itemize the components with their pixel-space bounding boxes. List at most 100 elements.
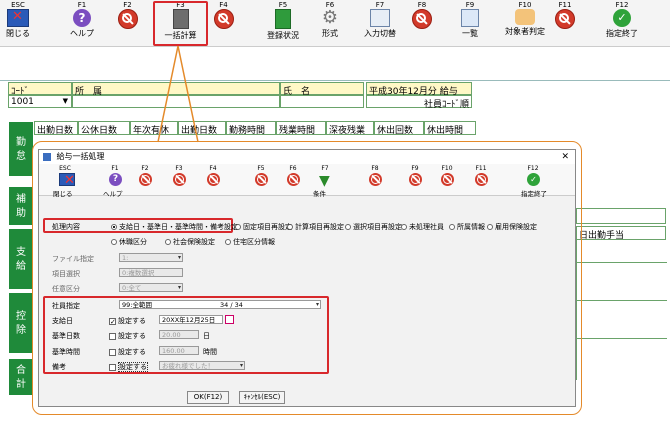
toolbar-button-f6[interactable]: ⚙ 形式 [312, 9, 348, 45]
item-select[interactable]: 0:複数選択 [119, 268, 183, 277]
dialog-fkey-f1: F1 [111, 165, 119, 172]
dialog-fkey-f4: F4 [209, 165, 217, 172]
fkey-f4: F4 [219, 1, 228, 9]
dialog-toolbar-button-f8[interactable] [369, 173, 382, 186]
toolbar-button-f1[interactable]: ? ヘルプ [62, 9, 102, 45]
payday-input[interactable]: 20XX年12月25日 [159, 315, 223, 324]
note-checkbox[interactable]: 設定する [109, 362, 148, 372]
dialog-toolbar-button-f7[interactable]: ▼ [319, 173, 335, 189]
column-header: 残業時間 [276, 121, 326, 136]
fkey-f9: F9 [465, 1, 475, 9]
process-option-radio[interactable]: 計算項目再設定 [287, 222, 344, 232]
calendar-icon[interactable] [225, 315, 234, 324]
dialog-fkey-f2: F2 [141, 165, 149, 172]
no-entry-icon [139, 173, 152, 186]
ok-button[interactable]: OK(F12) [187, 391, 229, 404]
toolbar-button-f5[interactable]: 登録状況 [262, 9, 304, 45]
no-entry-icon [475, 173, 488, 186]
process-option-radio[interactable]: 選択項目再設定 [345, 222, 402, 232]
baseday-checkbox[interactable]: 設定する [109, 331, 146, 341]
process-option-radio[interactable]: 休職区分 [111, 237, 147, 247]
no-entry-icon [369, 173, 382, 186]
code-select[interactable]: 1001 ▼ [8, 95, 72, 108]
toolbar-button-f2[interactable] [110, 9, 145, 45]
toolbar-label: 一覧 [462, 29, 478, 38]
process-option-radio[interactable]: 未処理社員 [401, 222, 444, 232]
cancel-button[interactable]: ｷｬﾝｾﾙ(ESC) [239, 391, 285, 404]
dialog-toolbar-button-f6[interactable] [287, 173, 300, 186]
toolbar-button-f7[interactable]: 入力切替 [360, 9, 400, 45]
no-entry-icon [287, 173, 300, 186]
radio-icon [111, 239, 117, 245]
basetime-checkbox[interactable]: 設定する [109, 347, 146, 357]
radio-icon [449, 224, 455, 230]
toolbar-button-f8[interactable] [404, 9, 440, 45]
dialog-fkey-f11: F11 [475, 165, 487, 172]
process-option-radio[interactable]: 社会保険設定 [165, 237, 215, 247]
section-label: 合計 [8, 358, 34, 396]
dialog-fkey-esc: ESC [59, 165, 71, 172]
close-icon[interactable]: ✕ [561, 150, 569, 164]
baseday-input[interactable]: 20.00 [159, 330, 199, 339]
process-option-radio[interactable]: 所属情報 [449, 222, 485, 232]
employee-count: 34 / 34 [220, 301, 243, 309]
radio-icon [287, 224, 293, 230]
toolbar-button-f9[interactable]: 一覧 [450, 9, 490, 45]
dialog-toolbar-button-esc[interactable] [59, 173, 75, 188]
no-entry-icon [441, 173, 454, 186]
dialog-toolbar-button-f2[interactable] [139, 173, 152, 186]
fkey-esc: ESC [11, 1, 25, 9]
chevron-down-icon: ▾ [177, 254, 181, 261]
toolbar-button-f12[interactable]: ✓ 指定終了 [597, 9, 647, 45]
toolbar-button-f4[interactable] [206, 9, 241, 45]
process-option-radio[interactable]: 雇用保険設定 [487, 222, 537, 232]
dialog-title: 給与一括処理 [56, 152, 105, 161]
toolbar-label: ヘルプ [70, 29, 94, 38]
name-header: 氏 名 [280, 82, 364, 97]
chevron-down-icon: ▾ [177, 284, 181, 291]
toolbar-label: 閉じる [6, 29, 30, 38]
dialog-toolbar-button-f5[interactable] [255, 173, 268, 186]
radio-icon [225, 239, 231, 245]
process-option-radio[interactable]: 住宅区分情報 [225, 237, 275, 247]
dialog-titlebar: 給与一括処理 ✕ [39, 150, 575, 164]
dialog-toolbar-label: 閉じる [53, 190, 73, 198]
code-value: 1001 [11, 97, 34, 107]
file-select[interactable]: 1: ▾ [119, 253, 183, 262]
toolbar-button-f11[interactable] [547, 9, 583, 45]
dialog-toolbar-button-f3[interactable] [173, 173, 186, 186]
employee-select[interactable]: 99:全範囲 34 / 34 ▾ [119, 300, 321, 309]
dialog-toolbar-button-f12[interactable]: ✓ [527, 173, 540, 186]
process-option-radio[interactable]: 固定項目再設定 [235, 222, 292, 232]
file-label: ファイル指定 [52, 255, 94, 263]
basetime-input[interactable]: 160.00 [159, 346, 199, 355]
dialog-toolbar-button-f9[interactable] [409, 173, 422, 186]
book-icon [275, 9, 291, 29]
section-label: 補助 [8, 186, 34, 226]
note-select[interactable]: お疲れ様でした！ ▾ [159, 361, 245, 370]
dialog-toolbar-button-f10[interactable] [441, 173, 454, 186]
no-entry-icon [409, 173, 422, 186]
radio-icon [345, 224, 351, 230]
optional-select[interactable]: 0:全て ▾ [119, 283, 183, 292]
payday-label: 支給日 [52, 317, 73, 325]
dialog-toolbar-label: ヘルプ [103, 190, 123, 198]
fkey-f8: F8 [417, 1, 427, 9]
help-icon: ? [109, 173, 122, 186]
fkey-f1: F1 [77, 1, 87, 9]
chevron-down-icon: ▾ [315, 301, 319, 308]
dialog-toolbar-button-f11[interactable] [475, 173, 488, 186]
dialog-fkey-f10: F10 [441, 165, 453, 172]
payday-checkbox[interactable]: ✓ 設定する [109, 316, 146, 326]
process-option-radio[interactable]: 支給日・基準日・基準時間・備考設定 [111, 222, 238, 232]
dialog-toolbar-button-f4[interactable] [207, 173, 220, 186]
toolbar-label: 対象者判定 [505, 27, 545, 36]
basetime-label: 基準時間 [52, 348, 80, 356]
baseday-label: 基準日数 [52, 332, 80, 340]
dialog-toolbar-button-f1[interactable]: ? [109, 173, 122, 186]
toolbar-button-esc[interactable]: 閉じる [3, 9, 33, 45]
gear-icon: ⚙ [321, 7, 339, 28]
radio-icon [487, 224, 493, 230]
toolbar-button-f10[interactable]: 対象者判定 [500, 9, 550, 45]
item-label: 項目選択 [52, 270, 80, 278]
